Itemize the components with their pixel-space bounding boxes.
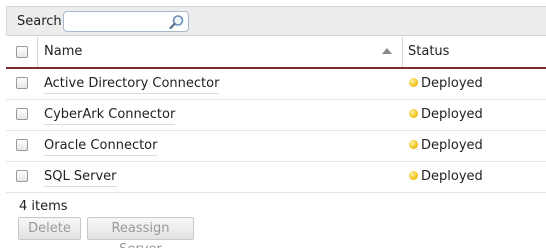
row-status: Deployed bbox=[409, 139, 483, 153]
status-dot-icon bbox=[409, 109, 418, 118]
column-header-name[interactable]: Name bbox=[38, 37, 403, 67]
row-name-link[interactable]: SQL Server bbox=[44, 170, 117, 187]
row-checkbox[interactable] bbox=[16, 108, 28, 120]
row-name-link[interactable]: Active Directory Connector bbox=[44, 77, 220, 94]
row-checkbox[interactable] bbox=[16, 77, 28, 89]
row-status: Deployed bbox=[409, 170, 483, 184]
search-toolbar: Search: bbox=[6, 6, 546, 36]
items-count: 4 items bbox=[19, 199, 68, 214]
sort-ascending-icon[interactable] bbox=[382, 48, 392, 54]
search-label: Search: bbox=[17, 14, 67, 29]
table-row[interactable]: CyberArk Connector Deployed bbox=[6, 100, 546, 131]
column-header-status[interactable]: Status bbox=[403, 37, 546, 67]
table-header: Name Status bbox=[6, 37, 546, 69]
search-icon[interactable] bbox=[168, 14, 185, 30]
row-name-link[interactable]: Oracle Connector bbox=[44, 139, 158, 156]
row-status-label: Deployed bbox=[421, 107, 483, 122]
table-row[interactable]: SQL Server Deployed bbox=[6, 162, 546, 193]
row-status: Deployed bbox=[409, 77, 483, 91]
select-all-checkbox[interactable] bbox=[16, 46, 28, 58]
row-status: Deployed bbox=[409, 108, 483, 122]
row-checkbox[interactable] bbox=[16, 139, 28, 151]
status-dot-icon bbox=[409, 78, 418, 87]
row-status-label: Deployed bbox=[421, 138, 483, 153]
table-row[interactable]: Oracle Connector Deployed bbox=[6, 131, 546, 162]
column-header-name-label: Name bbox=[44, 44, 83, 59]
header-select-cell bbox=[6, 37, 38, 67]
search-input[interactable] bbox=[67, 13, 167, 30]
reassign-server-button[interactable]: Reassign Server bbox=[87, 217, 194, 248]
delete-button[interactable]: Delete bbox=[18, 217, 81, 240]
search-box[interactable] bbox=[63, 11, 189, 32]
row-checkbox[interactable] bbox=[16, 170, 28, 182]
connectors-table: Name Status Active Directory Connector D… bbox=[6, 37, 546, 193]
status-dot-icon bbox=[409, 140, 418, 149]
status-dot-icon bbox=[409, 171, 418, 180]
table-row[interactable]: Active Directory Connector Deployed bbox=[6, 69, 546, 100]
row-name-link[interactable]: CyberArk Connector bbox=[44, 108, 176, 125]
row-status-label: Deployed bbox=[421, 76, 483, 91]
row-status-label: Deployed bbox=[421, 169, 483, 184]
column-header-status-label: Status bbox=[408, 44, 450, 59]
